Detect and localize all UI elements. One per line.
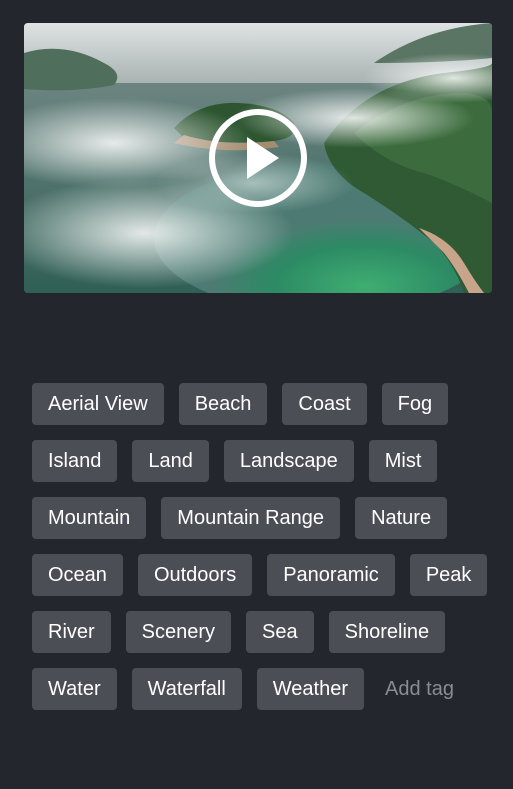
tag-editor-page: Aerial View Beach Coast Fog Island Land Landsc…: [0, 0, 513, 789]
tag-chip[interactable]: Shoreline: [328, 611, 446, 653]
tag-chip[interactable]: Nature: [355, 497, 448, 539]
tag-chip[interactable]: Waterfall: [131, 668, 242, 710]
tag-chip[interactable]: Ocean: [32, 554, 123, 596]
tag-chip[interactable]: Weather: [256, 668, 365, 710]
tag-chip[interactable]: Sea: [246, 611, 314, 653]
tag-chip[interactable]: River: [32, 611, 111, 653]
tag-chip[interactable]: Outdoors: [137, 554, 253, 596]
tag-chip[interactable]: Mist: [368, 440, 438, 482]
tag-chip[interactable]: Land: [132, 440, 209, 482]
tag-chip[interactable]: Fog: [381, 383, 449, 425]
tag-chip[interactable]: Island: [32, 440, 118, 482]
add-tag-input[interactable]: Add tag: [379, 668, 460, 710]
tag-list: Aerial View Beach Coast Fog Island Land Landsc…: [32, 383, 492, 710]
tag-chip[interactable]: Peak: [409, 554, 488, 596]
tag-chip[interactable]: Mountain Range: [161, 497, 341, 539]
video-player[interactable]: [24, 23, 492, 293]
tag-chip[interactable]: Coast: [282, 383, 367, 425]
tag-chip[interactable]: Landscape: [223, 440, 354, 482]
tag-chip[interactable]: Beach: [178, 383, 268, 425]
tag-chip[interactable]: Aerial View: [32, 383, 164, 425]
play-button[interactable]: [207, 107, 309, 209]
tag-chip[interactable]: Water: [32, 668, 117, 710]
tag-chip[interactable]: Scenery: [125, 611, 232, 653]
tag-chip[interactable]: Mountain: [32, 497, 147, 539]
tag-chip[interactable]: Panoramic: [267, 554, 395, 596]
play-icon: [209, 109, 307, 207]
